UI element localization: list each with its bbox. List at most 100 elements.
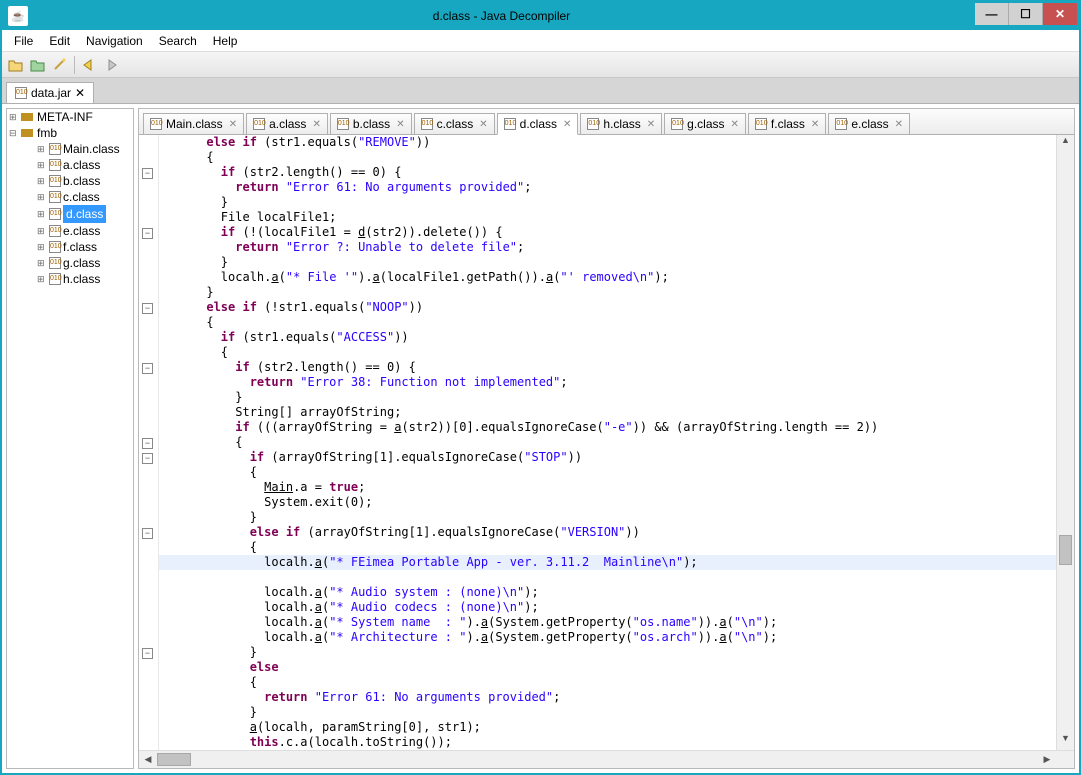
tab-close-icon[interactable]: ✕ [729, 119, 739, 130]
scroll-right-arrow[interactable]: ▶ [1038, 754, 1056, 765]
tree-node-fmb[interactable]: fmb [9, 125, 133, 141]
tab-close-icon[interactable]: ✕ [477, 119, 487, 130]
tree-node-label: b.class [63, 173, 100, 189]
menu-edit[interactable]: Edit [41, 32, 78, 50]
tree-node-class[interactable]: 010 c.class [37, 189, 133, 205]
fold-gutter[interactable]: − − − − − − − − [139, 135, 159, 750]
class-icon: 010 [49, 191, 61, 203]
fold-toggle[interactable]: − [142, 528, 153, 539]
window-title: d.class - Java Decompiler [28, 9, 975, 23]
fold-toggle[interactable]: − [142, 228, 153, 239]
tree-node-label: a.class [63, 157, 100, 173]
tab-close-icon[interactable]: ✕ [893, 119, 903, 130]
fold-toggle[interactable]: − [142, 453, 153, 464]
editor-tab[interactable]: 010 d.class ✕ [497, 113, 579, 135]
class-icon: 010 [49, 241, 61, 253]
wand-button[interactable] [50, 55, 70, 75]
scroll-up-arrow[interactable]: ▲ [1057, 135, 1074, 152]
tree-node-label: d.class [63, 205, 106, 223]
maximize-button[interactable]: ☐ [1009, 3, 1043, 25]
editor-tab-label: h.class [603, 117, 640, 131]
fold-toggle[interactable]: − [142, 648, 153, 659]
editor-tab-label: d.class [520, 117, 557, 131]
editor-tab-label: b.class [353, 117, 390, 131]
tree-node-class[interactable]: 010 g.class [37, 255, 133, 271]
horizontal-scrollbar[interactable]: ◀ ▶ [139, 750, 1074, 768]
menu-navigation[interactable]: Navigation [78, 32, 151, 50]
class-icon: 010 [49, 159, 61, 171]
editor-tabs: 010Main.class✕010a.class✕010b.class✕010c… [139, 109, 1074, 135]
close-button[interactable]: ✕ [1043, 3, 1077, 25]
tree-node-class[interactable]: 010 f.class [37, 239, 133, 255]
tree-node-class[interactable]: 010 e.class [37, 223, 133, 239]
tree-node-class[interactable]: 010 a.class [37, 157, 133, 173]
class-icon: 010 [504, 118, 516, 130]
class-icon: 010 [49, 143, 61, 155]
vertical-scrollbar[interactable]: ▲ ▼ [1056, 135, 1074, 750]
menu-search[interactable]: Search [151, 32, 205, 50]
class-icon: 010 [587, 118, 599, 130]
tree-node-class[interactable]: 010 b.class [37, 173, 133, 189]
toolbar-separator [74, 56, 75, 74]
editor-tab-label: e.class [851, 117, 888, 131]
class-icon: 010 [49, 273, 61, 285]
open-file-button[interactable] [6, 55, 26, 75]
tree-node-class[interactable]: 010 h.class [37, 271, 133, 287]
editor-tab[interactable]: 010g.class✕ [664, 113, 746, 135]
tree-node-metainf[interactable]: META-INF [9, 109, 133, 125]
package-icon [21, 113, 33, 121]
tab-close-icon[interactable]: ✕ [561, 119, 571, 130]
nav-forward-button[interactable] [101, 55, 121, 75]
class-icon: 010 [421, 118, 433, 130]
scroll-thumb[interactable] [1059, 535, 1072, 565]
tree-node-class[interactable]: 010 Main.class [37, 141, 133, 157]
tab-close-icon[interactable]: ✕ [645, 119, 655, 130]
content-area: META-INF fmb 010 Main.class010 a.class01… [2, 104, 1079, 773]
class-icon: 010 [150, 118, 162, 130]
fold-toggle[interactable]: − [142, 168, 153, 179]
class-icon: 010 [49, 225, 61, 237]
class-icon: 010 [49, 208, 61, 220]
class-icon: 010 [49, 257, 61, 269]
tab-close-icon[interactable]: ✕ [227, 119, 237, 130]
app-icon: ☕ [8, 6, 28, 26]
editor-tab-label: f.class [771, 117, 805, 131]
editor-tab[interactable]: 010 e.class ✕ [828, 113, 910, 135]
fold-toggle[interactable]: − [142, 303, 153, 314]
open-type-button[interactable] [28, 55, 48, 75]
jar-tab-close-icon[interactable]: ✕ [75, 86, 85, 100]
menubar: File Edit Navigation Search Help [2, 30, 1079, 52]
code-view[interactable]: else if (str1.equals("REMOVE")) { if (st… [159, 135, 1056, 750]
minimize-button[interactable]: — [975, 3, 1009, 25]
tab-close-icon[interactable]: ✕ [310, 119, 320, 130]
tree-node-class[interactable]: 010 d.class [37, 205, 133, 223]
editor-tab-label: c.class [437, 117, 474, 131]
tree-node-label: Main.class [63, 141, 120, 157]
tab-close-icon[interactable]: ✕ [809, 119, 819, 130]
menu-help[interactable]: Help [205, 32, 246, 50]
menu-file[interactable]: File [6, 32, 41, 50]
editor-tab[interactable]: 010b.class✕ [330, 113, 412, 135]
editor-tab-label: g.class [687, 117, 724, 131]
editor-tab[interactable]: 010a.class✕ [246, 113, 328, 135]
editor-tab-label: a.class [269, 117, 306, 131]
editor-tab[interactable]: 010Main.class✕ [143, 113, 244, 135]
class-icon: 010 [835, 118, 847, 130]
tab-close-icon[interactable]: ✕ [394, 119, 404, 130]
editor-tab[interactable]: 010 c.class✕ [414, 113, 495, 135]
scroll-left-arrow[interactable]: ◀ [139, 754, 157, 765]
hscroll-thumb[interactable] [157, 753, 191, 766]
class-icon: 010 [755, 118, 767, 130]
hscroll-track[interactable] [157, 751, 1038, 768]
jar-tab[interactable]: 010 data.jar ✕ [6, 82, 94, 103]
editor-tab[interactable]: 010 f.class ✕ [748, 113, 826, 135]
jar-tab-bar: 010 data.jar ✕ [2, 78, 1079, 104]
scroll-down-arrow[interactable]: ▼ [1057, 733, 1074, 750]
tree-panel[interactable]: META-INF fmb 010 Main.class010 a.class01… [6, 108, 134, 769]
fold-toggle[interactable]: − [142, 438, 153, 449]
editor-tab[interactable]: 010 h.class ✕ [580, 113, 662, 135]
nav-back-button[interactable] [79, 55, 99, 75]
tree-node-label: e.class [63, 223, 100, 239]
editor-panel: 010Main.class✕010a.class✕010b.class✕010c… [138, 108, 1075, 769]
fold-toggle[interactable]: − [142, 363, 153, 374]
